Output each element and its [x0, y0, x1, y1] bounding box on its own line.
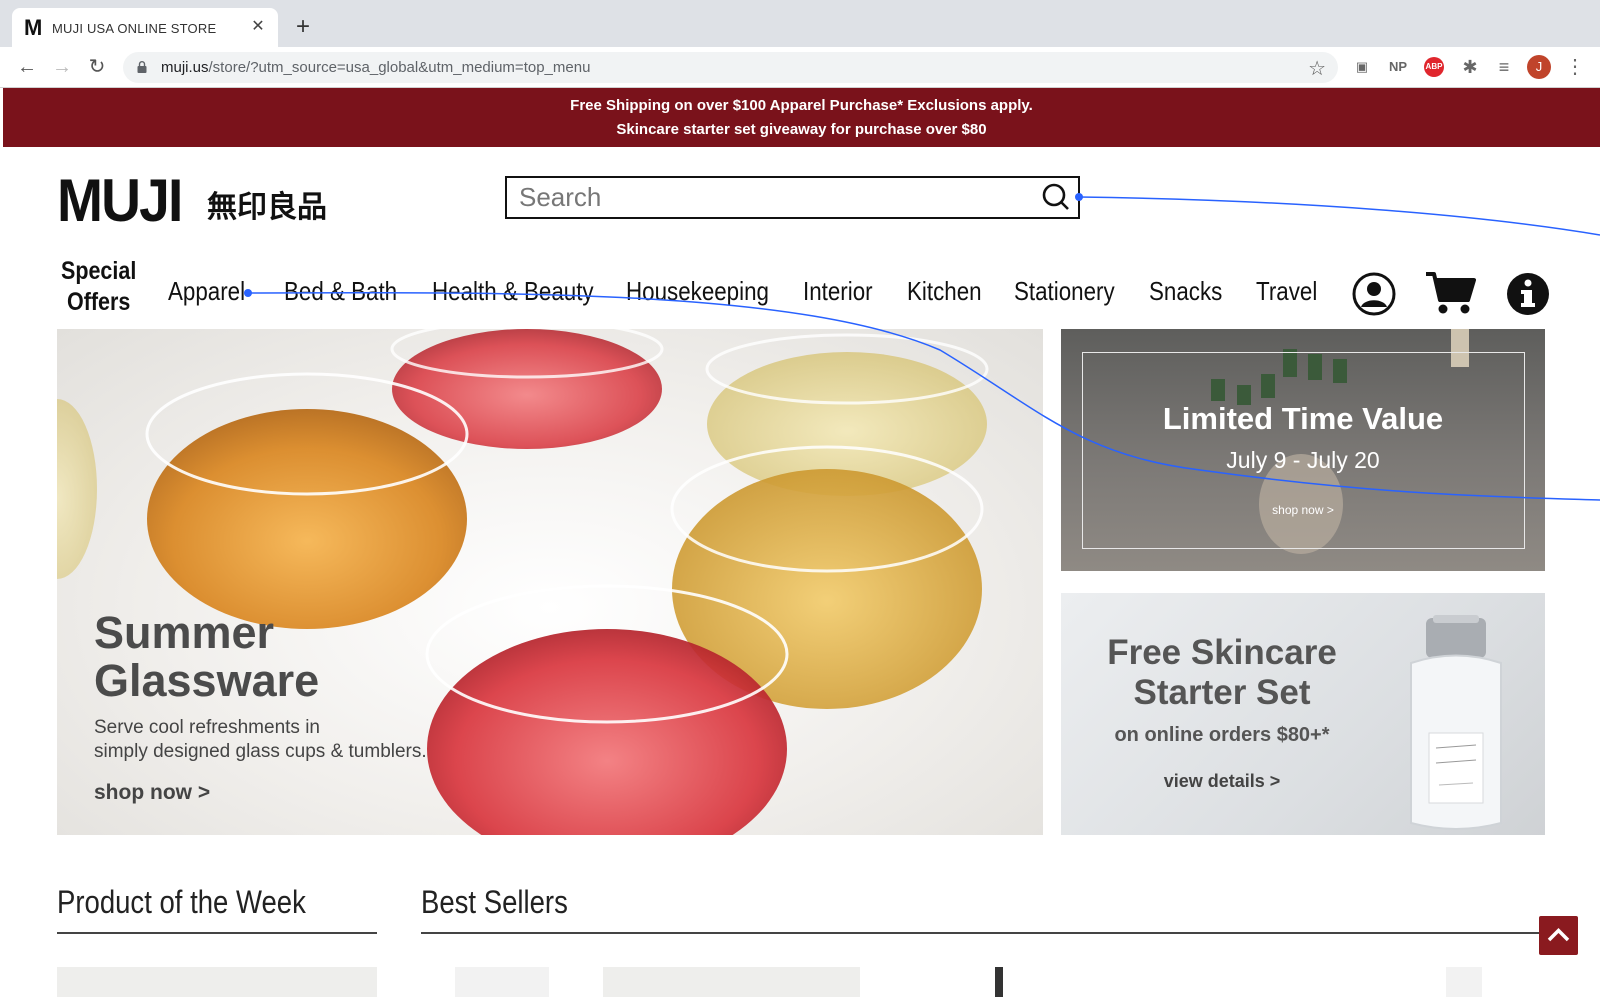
- adblock-icon[interactable]: ABP: [1424, 57, 1444, 77]
- promo-line-1: Free Shipping on over $100 Apparel Purch…: [570, 97, 1033, 114]
- hero-summer-glassware[interactable]: Summer Glassware Serve cool refreshments…: [57, 329, 1043, 835]
- address-bar[interactable]: muji.us/store/?utm_source=usa_global&utm…: [123, 52, 1338, 83]
- banner-limited-time-value[interactable]: Limited Time Value July 9 - July 20 shop…: [1061, 329, 1545, 571]
- nav-item-interior[interactable]: Interior: [803, 276, 873, 307]
- nav-item-stationery[interactable]: Stationery: [1014, 276, 1115, 307]
- nav-item-kitchen[interactable]: Kitchen: [907, 276, 982, 307]
- chevron-up-icon: [1547, 928, 1570, 942]
- skincare-view-details-link[interactable]: view details >: [1077, 771, 1367, 792]
- hero-shop-now-link[interactable]: shop now >: [94, 781, 210, 805]
- category-nav: Special Offers Apparel Bed & Bath Health…: [57, 252, 1550, 318]
- search-input[interactable]: [519, 182, 1019, 213]
- info-icon[interactable]: [1506, 272, 1550, 316]
- tab-title: MUJI USA ONLINE STORE: [52, 21, 217, 36]
- cart-icon[interactable]: [1424, 270, 1478, 316]
- logo-wordmark: MUJI: [57, 167, 183, 234]
- special-offers-line-1: Special: [61, 257, 137, 285]
- hero-subtitle: Serve cool refreshments in simply design…: [94, 716, 494, 764]
- section-title-product-of-week: Product of the Week: [57, 884, 306, 920]
- skincare-subtitle: on online orders $80+*: [1114, 724, 1330, 746]
- hero-subtitle-line-1: Serve cool refreshments in: [94, 717, 320, 738]
- profile-avatar[interactable]: J: [1527, 55, 1551, 79]
- puzzle-extensions-icon[interactable]: ✱: [1458, 55, 1482, 79]
- media-queue-icon[interactable]: ≡: [1492, 55, 1516, 79]
- bookmark-star-icon[interactable]: ☆: [1308, 56, 1326, 81]
- best-seller-thumbnail[interactable]: [603, 967, 860, 997]
- hero-title-line-2: Glassware: [94, 655, 320, 706]
- nav-item-health-beauty[interactable]: Health & Beauty: [432, 276, 594, 307]
- nav-item-bed-bath[interactable]: Bed & Bath: [284, 276, 397, 307]
- nav-special-offers[interactable]: Special Offers: [61, 256, 136, 318]
- promo-line-2: Skincare starter set giveaway for purcha…: [616, 121, 987, 138]
- nav-item-housekeeping[interactable]: Housekeeping: [626, 276, 769, 307]
- url-path: /store/?utm_source=usa_global&utm_medium…: [208, 59, 591, 76]
- limited-time-shop-now-link[interactable]: shop now >: [1061, 503, 1545, 517]
- extension-np-icon[interactable]: NP: [1386, 55, 1410, 79]
- search-icon[interactable]: [1040, 182, 1070, 212]
- product-of-week-thumbnail[interactable]: [57, 967, 377, 997]
- best-seller-thumbnail[interactable]: [1446, 967, 1482, 997]
- hero-title: Summer Glassware: [94, 609, 319, 705]
- section-title-best-sellers: Best Sellers: [421, 884, 568, 920]
- banner-free-skincare[interactable]: Free Skincare Starter Set on online orde…: [1061, 593, 1545, 835]
- nav-item-apparel[interactable]: Apparel: [168, 276, 245, 307]
- skincare-bottle-image: [1410, 615, 1502, 830]
- best-seller-thumbnail[interactable]: [455, 967, 549, 997]
- url-text: muji.us/store/?utm_source=usa_global&utm…: [161, 59, 590, 76]
- search-box: [505, 176, 1080, 219]
- scroll-to-top-button[interactable]: [1539, 916, 1578, 955]
- limited-time-title: Limited Time Value: [1162, 401, 1444, 436]
- browser-tab-strip: M MUJI USA ONLINE STORE ✕ +: [0, 0, 1600, 47]
- best-seller-thumbnail[interactable]: [995, 967, 1003, 997]
- lock-icon: [137, 61, 147, 73]
- skincare-title-line-2: Starter Set: [1133, 673, 1311, 712]
- close-icon[interactable]: ✕: [248, 17, 268, 37]
- account-icon[interactable]: [1352, 272, 1396, 316]
- browser-toolbar: ← → ↻ muji.us/store/?utm_source=usa_glob…: [0, 47, 1600, 88]
- promo-banner[interactable]: Free Shipping on over $100 Apparel Purch…: [3, 88, 1600, 147]
- nav-item-travel[interactable]: Travel: [1256, 276, 1317, 307]
- muji-favicon-icon: M: [24, 15, 43, 40]
- hero-subtitle-line-2: simply designed glass cups & tumblers.: [94, 741, 427, 762]
- logo-japanese: 無印良品: [207, 190, 327, 225]
- reload-icon[interactable]: ↻: [85, 55, 109, 79]
- section-divider: [57, 932, 377, 934]
- hero-title-line-1: Summer: [94, 607, 275, 658]
- special-offers-line-2: Offers: [66, 288, 131, 316]
- browser-tab[interactable]: M MUJI USA ONLINE STORE ✕: [12, 8, 278, 47]
- skincare-title: Free Skincare Starter Set: [1077, 633, 1367, 713]
- section-divider: [421, 932, 1546, 934]
- new-tab-icon[interactable]: +: [290, 14, 316, 40]
- limited-time-dates: July 9 - July 20: [1226, 447, 1380, 473]
- back-arrow-icon[interactable]: ←: [15, 55, 39, 79]
- forward-arrow-icon[interactable]: →: [50, 55, 74, 79]
- kebab-menu-icon[interactable]: ⋮: [1563, 55, 1587, 79]
- skincare-title-line-1: Free Skincare: [1107, 633, 1337, 672]
- nav-item-snacks[interactable]: Snacks: [1149, 276, 1222, 307]
- extension-square-icon[interactable]: ▣: [1350, 55, 1374, 79]
- url-host: muji.us: [161, 59, 209, 76]
